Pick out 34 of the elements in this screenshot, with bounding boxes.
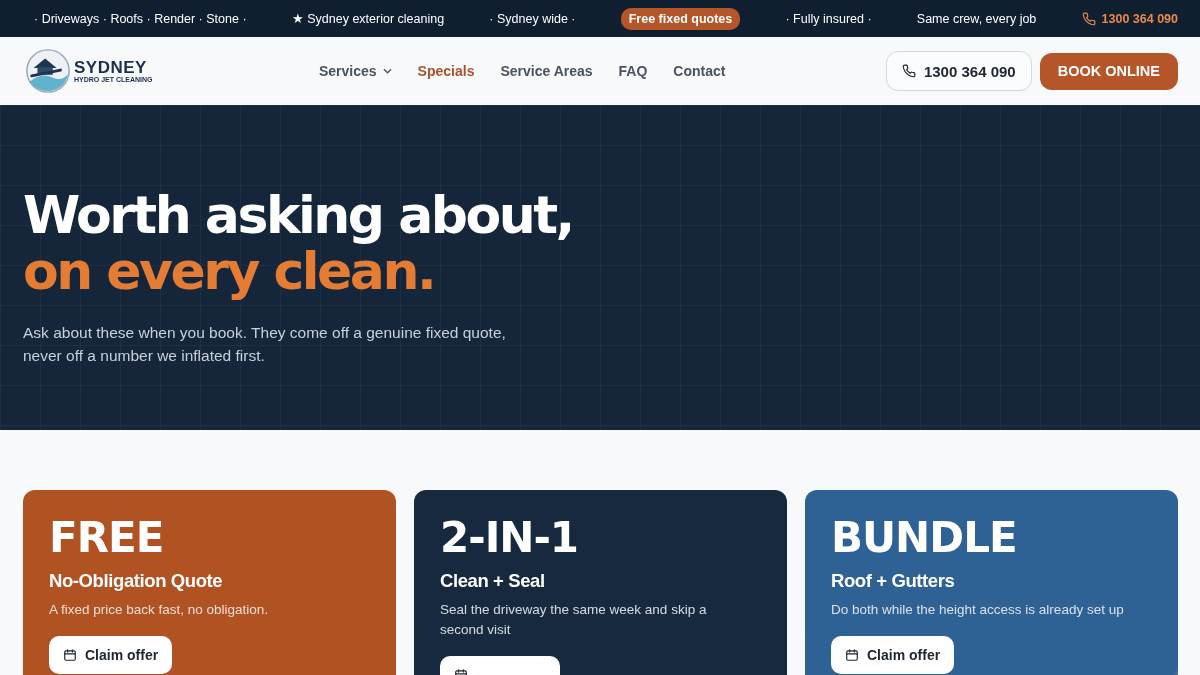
- phone-button[interactable]: 1300 364 090: [885, 51, 1032, 91]
- offer-title: No-Obligation Quote: [49, 570, 223, 592]
- nav-link[interactable]: Contact: [673, 63, 726, 79]
- offer-title: Roof + Gutters: [831, 570, 955, 592]
- offer-description: A fixed price back fast, no obligation.: [49, 601, 270, 619]
- offer-headline: 2-IN-1: [440, 514, 579, 562]
- offer-description: Do both while the height access is already set up: [831, 601, 1125, 619]
- claim-offer-button[interactable]: Claim offer: [49, 636, 173, 674]
- nav-link[interactable]: Specials: [417, 63, 475, 79]
- logo-name: SYDNEY: [74, 59, 148, 76]
- phone-icon: [901, 64, 916, 78]
- hero-heading: Worth asking about,: [23, 187, 573, 243]
- hero-paragraph: Ask about these when you book. They come off a genuine fixed quote, never off a number we inflated first.: [23, 323, 507, 366]
- nav-link[interactable]: FAQ: [618, 63, 648, 79]
- offer-headline: BUNDLE: [831, 514, 1017, 562]
- book-online-button[interactable]: BOOK ONLINE: [1039, 52, 1178, 90]
- offer-headline: FREE: [49, 514, 164, 562]
- offer-description: Seal the driveway the same week and skip a second visit: [440, 601, 708, 639]
- hero-heading-accent: on every clean.: [23, 243, 435, 299]
- top-bar-text: · Driveways · Roofs · Render · Stone ·: [34, 11, 247, 26]
- top-bar-text: · Sydney wide ·: [489, 11, 576, 26]
- phone-icon: [1081, 11, 1096, 26]
- claim-offer-button[interactable]: Claim offer: [831, 636, 955, 674]
- offer-title: Clean + Seal: [440, 570, 545, 592]
- nav-link[interactable]: Service Areas: [500, 63, 593, 79]
- calendar-icon: [845, 648, 859, 662]
- calendar-icon: [63, 648, 77, 662]
- logo-icon[interactable]: [24, 47, 72, 95]
- phone-link[interactable]: 1300 364 090: [1101, 11, 1178, 26]
- promo-badge: Free fixed quotes: [620, 7, 741, 30]
- top-bar-text: · Fully insured ·: [785, 11, 872, 26]
- nav-link[interactable]: Services: [319, 63, 392, 79]
- top-bar-text: ★ Sydney exterior cleaning: [291, 11, 445, 26]
- top-bar-text: Same crew, every job: [916, 11, 1037, 26]
